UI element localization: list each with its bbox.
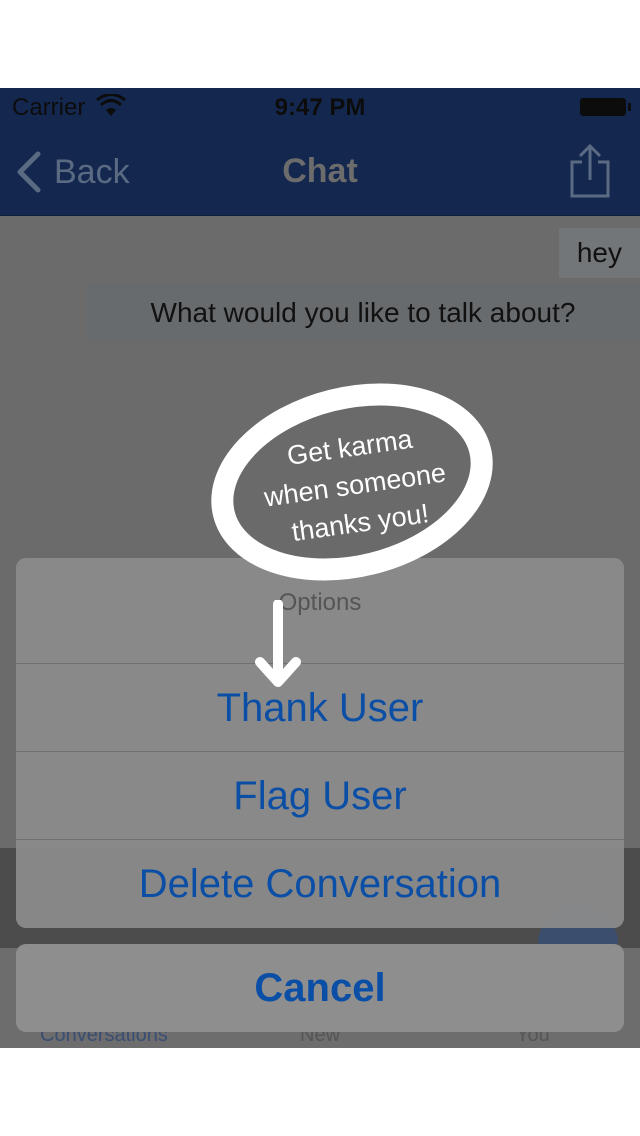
cancel-button[interactable]: Cancel (16, 944, 624, 1032)
thank-user-button[interactable]: Thank User (16, 664, 624, 752)
delete-conversation-button[interactable]: Delete Conversation (16, 840, 624, 928)
clock: 9:47 PM (274, 94, 366, 121)
status-bar: Carrier 9:47 PM (0, 88, 640, 128)
battery-icon (580, 98, 631, 116)
hint-callout: Get karma when someone thanks you! (200, 378, 510, 588)
share-icon[interactable] (568, 142, 612, 200)
flag-user-button[interactable]: Flag User (16, 752, 624, 840)
message-bubble-incoming: What would you like to talk about? (86, 284, 640, 342)
navigation-bar: Back Chat (0, 128, 640, 216)
page-title: Chat (282, 152, 358, 190)
message-bubble-outgoing: hey (558, 228, 640, 278)
action-sheet: Options Thank User Flag User Delete Conv… (16, 558, 624, 928)
arrow-down-icon (255, 600, 301, 687)
phone-screen: Carrier 9:47 PM Back Chat hey What would… (0, 88, 640, 1048)
